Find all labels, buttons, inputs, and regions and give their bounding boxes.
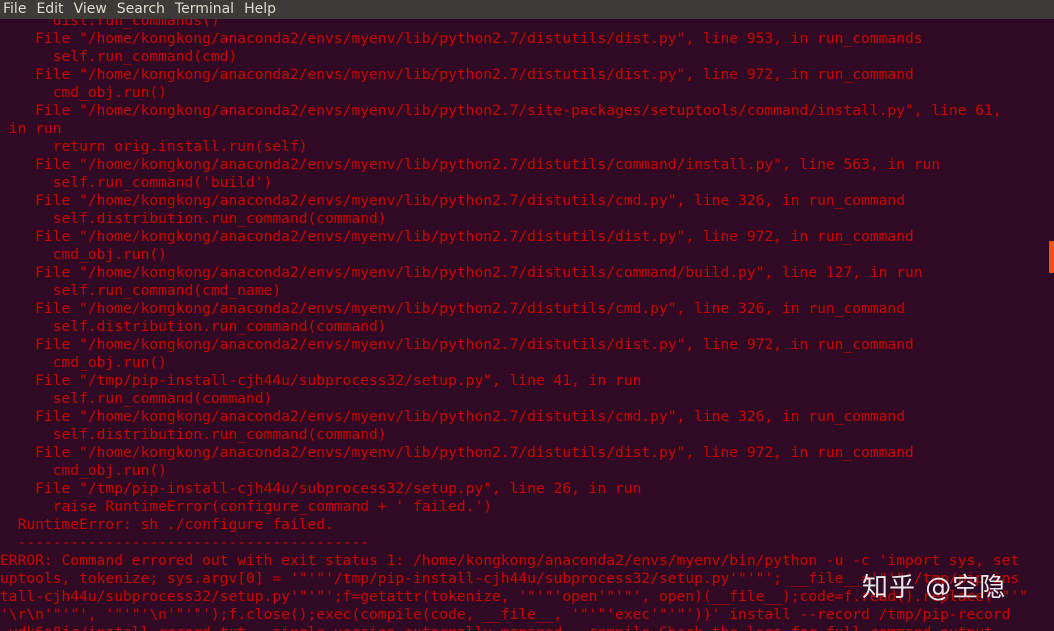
scrollbar-thumb[interactable] [1049,241,1054,273]
terminal-line: cmd_obj.run() [0,84,167,101]
terminal-line: File "/home/kongkong/anaconda2/envs/myen… [0,66,914,83]
terminal-line: self.run_command('build') [0,174,273,191]
menu-view[interactable]: View [70,0,111,19]
scrollbar[interactable] [1046,19,1054,631]
terminal-line: File "/tmp/pip-install-cjh44u/subprocess… [0,480,642,497]
terminal-line: in run [0,120,62,137]
terminal-line: return orig.install.run(self) [0,138,308,155]
terminal-line: cmd_obj.run() [0,462,167,479]
terminal-line: dist.run_commands() [0,19,220,29]
terminal-line: File "/home/kongkong/anaconda2/envs/myen… [0,408,905,425]
menu-search[interactable]: Search [113,0,169,19]
terminal-line: self.run_command(cmd_name) [0,282,282,299]
terminal-line: File "/home/kongkong/anaconda2/envs/myen… [0,102,1002,119]
terminal-line: cmd_obj.run() [0,246,167,263]
terminal-line: File "/home/kongkong/anaconda2/envs/myen… [0,192,905,209]
terminal-line: File "/home/kongkong/anaconda2/envs/myen… [0,336,914,353]
watermark: 知乎 @空隐 [862,573,1007,603]
menu-file[interactable]: File [0,0,30,19]
terminal-line: File "/home/kongkong/anaconda2/envs/myen… [0,300,905,317]
terminal-line: self.distribution.run_command(command) [0,318,387,335]
terminal-line: self.distribution.run_command(command) [0,210,387,227]
terminal-line: self.distribution.run_command(command) [0,426,387,443]
terminal-line: raise RuntimeError(configure_command + '… [0,498,493,515]
terminal-line: cmd_obj.run() [0,354,167,371]
menu-help[interactable]: Help [240,0,280,19]
terminal-line: File "/tmp/pip-install-cjh44u/subprocess… [0,372,642,389]
terminal-line: File "/home/kongkong/anaconda2/envs/myen… [0,444,914,461]
terminal-line: self.run_command(command) [0,390,273,407]
menu-edit[interactable]: Edit [32,0,67,19]
terminal-line: File "/home/kongkong/anaconda2/envs/myen… [0,264,923,281]
terminal-line: RuntimeError: sh ./configure failed. [0,516,334,533]
terminal-line: '\r\n'"'"', '"'"'\n'"'"');f.close();exec… [0,606,1011,623]
terminal-line: File "/home/kongkong/anaconda2/envs/myen… [0,30,923,47]
menu-terminal[interactable]: Terminal [171,0,238,19]
terminal-line: self.run_command(cmd) [0,48,238,65]
terminal-line: File "/home/kongkong/anaconda2/envs/myen… [0,228,914,245]
terminal-line: ---------------------------------------- [0,534,370,551]
menubar: File Edit View Search Terminal Help [0,0,1054,19]
terminal-line: -ydk6a8jc/install-record.txt --single-ve… [0,624,1002,631]
terminal-output[interactable]: dist.run_commands() File "/home/kongkong… [0,19,1046,631]
terminal-line: File "/home/kongkong/anaconda2/envs/myen… [0,156,941,173]
